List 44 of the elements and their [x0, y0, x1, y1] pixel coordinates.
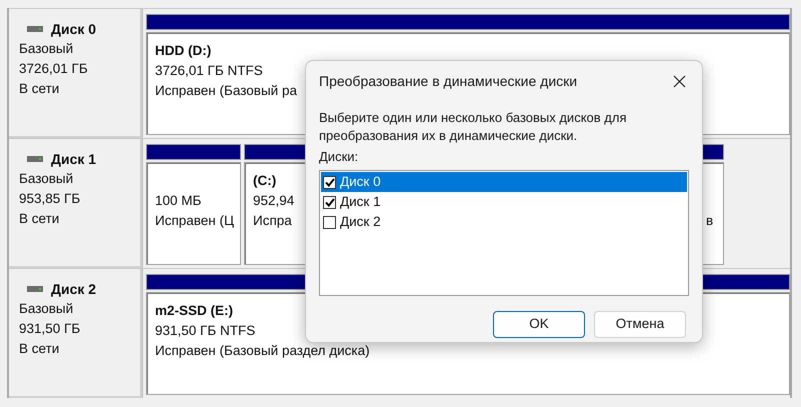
checkbox[interactable] — [323, 216, 336, 228]
dialog-button[interactable]: Отмена — [594, 311, 686, 338]
partition-status: Исправен (Базовый раздел диска) — [155, 342, 370, 360]
checkmark-icon — [324, 178, 334, 186]
dialog-title: Преобразование в динамические диски — [319, 72, 578, 91]
disk-size: 3726,01 ГБ — [19, 60, 89, 78]
disk-label-panel[interactable]: Диск 1 Базовый 953,85 ГБ В сети — [9, 139, 142, 268]
disk-type: Базовый — [19, 40, 74, 58]
partition-size: 100 МБ — [155, 192, 202, 210]
disk-list-item[interactable]: Диск 2 — [321, 212, 687, 232]
disk-drive-icon — [27, 286, 43, 292]
disk-drive-icon — [27, 156, 43, 162]
partition-title: (C:) — [253, 172, 276, 190]
disk-size: 953,85 ГБ — [19, 190, 82, 208]
disk-type: Базовый — [19, 300, 74, 318]
partition-status: Испра — [253, 212, 292, 230]
checkbox[interactable] — [323, 176, 336, 188]
partition-status: в — [706, 212, 714, 230]
disk-status: В сети — [19, 210, 60, 228]
checkbox[interactable] — [323, 196, 336, 208]
disk-list-item[interactable]: Диск 0 — [321, 172, 687, 192]
disk-status: В сети — [19, 80, 60, 98]
partition-size: 3726,01 ГБ NTFS — [155, 62, 263, 80]
disk-name: Диск 1 — [51, 150, 96, 169]
partition-status: Исправен (Ц — [155, 212, 234, 230]
disk-drive-icon — [27, 26, 43, 32]
checkmark-icon — [324, 198, 334, 206]
disk-type: Базовый — [19, 170, 74, 188]
partition-size: 952,94 — [253, 192, 294, 210]
partition-size: 931,50 ГБ NTFS — [155, 322, 256, 340]
partition-title: m2-SSD (E:) — [155, 302, 234, 320]
disk-name: Диск 0 — [51, 20, 96, 39]
dialog-button[interactable]: OK — [493, 311, 585, 338]
disk-label-panel[interactable]: Диск 2 Базовый 931,50 ГБ В сети — [9, 269, 142, 398]
close-icon — [672, 74, 686, 88]
partition-panel[interactable]: 100 МБ Исправен (Ц — [146, 162, 241, 265]
disk-list-item[interactable]: Диск 1 — [321, 192, 687, 212]
partition-title: HDD (D:) — [155, 42, 212, 60]
disk-size: 931,50 ГБ — [19, 320, 82, 338]
list-label: Диски: — [319, 148, 358, 166]
disk-name: Диск 2 — [51, 280, 96, 299]
disk-status: В сети — [19, 340, 60, 358]
partition-status: Исправен (Базовый ра — [155, 82, 297, 100]
disk-label-panel[interactable]: Диск 0 Базовый 3726,01 ГБ В сети — [9, 9, 142, 138]
